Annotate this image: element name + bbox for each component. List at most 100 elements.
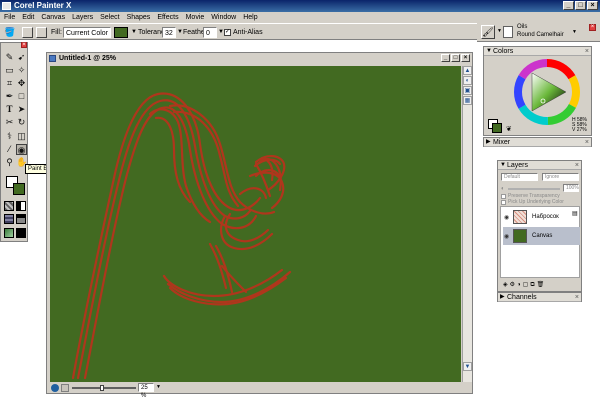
mixer-panel-close-icon[interactable]: × [585,138,589,147]
toolbox-close-icon[interactable]: × [21,42,27,48]
composite-method-select[interactable]: Default [501,173,538,181]
channels-panel-header[interactable]: ▶ Channels × [498,293,581,302]
layer-commands-icon[interactable]: ◈ [503,280,508,290]
feather-input[interactable]: 0 [203,27,217,38]
layer-mask-icon[interactable]: ◑ [517,280,521,290]
duplicate-layer-icon[interactable]: ⧉ [530,280,534,290]
paper-selector-icon[interactable] [4,201,14,211]
cloner-tool-icon[interactable]: ⚕ [4,131,15,142]
scale-icon[interactable] [61,384,69,392]
vertical-scrollbar[interactable]: ▲ ◐ ▣ ▦ ▼ [462,66,472,382]
magnifier-icon[interactable]: ⚲ [4,157,15,168]
eyedropper-icon[interactable]: ⁄ [4,144,15,155]
eraser-tool-icon[interactable]: ◫ [16,131,27,142]
maximize-button[interactable]: □ [575,1,586,10]
dropper-tool-icon[interactable]: ➹ [16,52,27,63]
scroll-down-button[interactable]: ▼ [463,362,472,371]
scissors-tool-icon[interactable]: ✂ [4,117,15,128]
composite-depth-select[interactable]: Ignore [542,173,579,181]
zoom-field[interactable]: 25 % [138,383,154,399]
anti-alias-checkbox[interactable]: ✓ [224,29,231,36]
brush-variant-dropdown-icon[interactable]: ▼ [572,29,577,35]
fill-mode-button[interactable] [36,27,47,38]
opacity-slider[interactable] [508,188,560,190]
brush-tool-icon[interactable]: ✎ [4,52,15,63]
rectangle-shape-icon[interactable]: □ [16,91,27,102]
pen-tool-icon[interactable]: ✒ [4,91,15,102]
new-layer-icon[interactable]: ▢ [523,280,529,290]
fill-source-select[interactable]: Current Color [63,27,111,38]
look-selector-icon[interactable] [4,228,14,238]
delete-layer-icon[interactable]: 🗑 [537,280,545,290]
reset-tool-button[interactable] [22,27,33,38]
menu-select[interactable]: Select [100,12,119,23]
minimize-button[interactable]: _ [563,1,574,10]
pick-underlying-checkbox[interactable] [501,200,506,205]
paint-bucket-tool-icon[interactable]: ◉ [16,144,27,155]
colors-panel-header[interactable]: ▼ Colors × [484,47,591,56]
shape-selection-icon[interactable]: ➤ [16,104,27,115]
layer-lock-icon[interactable]: ▤ [572,210,578,217]
brush-category-dropdown-icon[interactable]: ▼ [497,28,502,34]
collapse-triangle-icon: ▼ [500,162,506,168]
zoom-slider-thumb[interactable] [100,385,104,391]
channels-panel-close-icon[interactable]: × [575,293,579,302]
nozzle-selector-icon[interactable] [16,228,26,238]
opacity-field[interactable]: 100% [563,184,579,192]
dynamic-plugins-icon[interactable]: ⚙ [510,280,515,290]
mixer-panel-header[interactable]: ▶ Mixer × [484,138,591,147]
toolbox: × ✎ ➹ ▭ ✧ ⌗ ✥ ✒ □ T ➤ ✂ ↻ ⚕ ◫ ⁄ ◉ ⚲ ✋ [0,42,28,242]
doc-minimize-button[interactable]: _ [441,54,450,62]
layers-panel-close-icon[interactable]: × [575,161,579,170]
layers-panel-title: Layers [507,162,529,169]
color-wheel[interactable] [514,59,580,125]
brush-variant-name[interactable]: Round Camelhair [517,32,564,38]
menu-effects[interactable]: Effects [157,12,178,23]
menu-layers[interactable]: Layers [72,12,93,23]
close-button[interactable]: × [587,1,598,10]
mirror-tool-icon[interactable]: ↻ [16,117,27,128]
secondary-color-swatch[interactable] [13,183,25,195]
text-tool-icon[interactable]: T [4,104,15,115]
grid-toggle-button[interactable]: ▦ [463,96,472,105]
brush-category-name[interactable]: Oils [517,24,527,30]
menu-file[interactable]: File [4,12,15,23]
brush-variant-icon[interactable] [503,26,513,38]
canvas-area[interactable] [50,66,461,382]
navigator-icon[interactable] [51,384,59,392]
tolerance-input[interactable]: 32 [162,27,176,38]
gradient-selector-icon[interactable] [16,201,26,211]
doc-close-button[interactable]: × [461,54,470,62]
layer-row-sketch[interactable]: ◉ Набросок ▤ [503,208,580,226]
weaving-selector-icon[interactable] [16,214,26,224]
menu-edit[interactable]: Edit [22,12,34,23]
menu-shapes[interactable]: Shapes [127,12,151,23]
eye-icon[interactable]: ◉ [504,233,509,240]
drawing-mode-button[interactable]: ▣ [463,86,472,95]
colors-secondary-swatch[interactable] [492,123,502,133]
zoom-slider[interactable] [72,387,136,389]
clone-color-icon[interactable]: ❦ [506,125,512,133]
colors-panel-close-icon[interactable]: × [585,47,589,56]
pattern-selector-icon[interactable] [4,214,14,224]
preserve-transparency-checkbox[interactable] [501,194,506,199]
brush-category-icon[interactable]: 🖌 [481,25,495,39]
menu-window[interactable]: Window [211,12,236,23]
menu-movie[interactable]: Movie [186,12,205,23]
menu-help[interactable]: Help [243,12,257,23]
layer-adjuster-icon[interactable]: ✥ [16,78,27,89]
rectangle-select-icon[interactable]: ▭ [4,65,15,76]
scroll-up-button[interactable]: ▲ [463,66,472,75]
layers-panel-header[interactable]: ▼ Layers × [498,161,581,170]
tracing-paper-button[interactable]: ◐ [463,76,472,85]
menu-canvas[interactable]: Canvas [41,12,65,23]
fill-swatch-dropdown-icon[interactable]: ▼ [131,27,137,38]
fill-color-swatch[interactable] [114,27,128,38]
zoom-dropdown-icon[interactable]: ▼ [156,384,161,390]
doc-maximize-button[interactable]: □ [451,54,460,62]
magic-wand-icon[interactable]: ✧ [16,65,27,76]
eye-icon[interactable]: ◉ [504,214,509,221]
crop-tool-icon[interactable]: ⌗ [4,78,15,89]
layer-row-canvas[interactable]: ◉ Canvas [503,227,580,245]
brush-bar-close-icon[interactable]: × [589,24,596,31]
